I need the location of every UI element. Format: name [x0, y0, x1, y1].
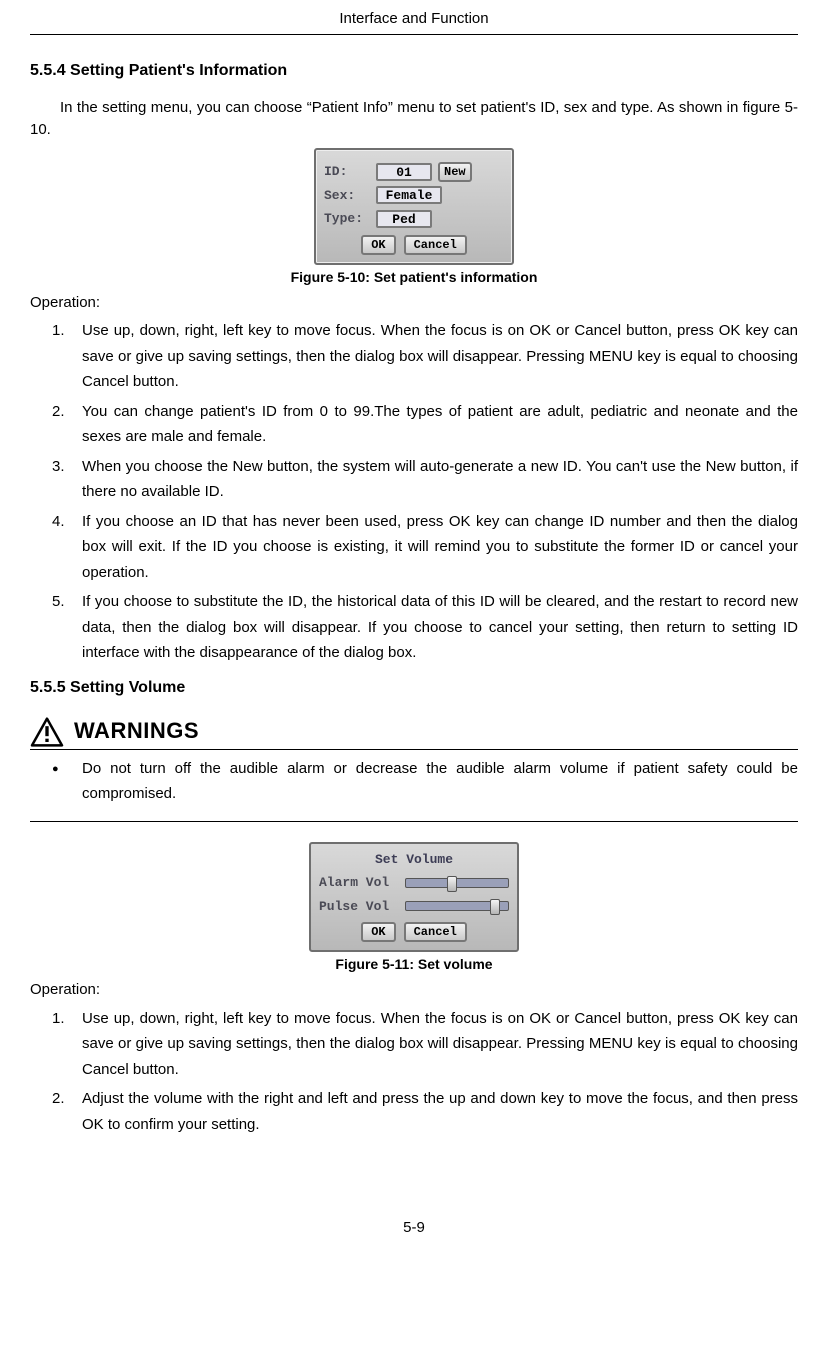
figure-5-10: ID: 01 New Sex: Female Type: Ped OK Canc…	[30, 148, 798, 288]
new-button[interactable]: New	[438, 162, 472, 182]
section-heading-volume: 5.5.5 Setting Volume	[30, 676, 798, 700]
operation-steps-2: Use up, down, right, left key to move fo…	[30, 1006, 798, 1138]
list-item: When you choose the New button, the syst…	[82, 454, 798, 505]
operation-label: Operation:	[30, 979, 798, 1002]
sex-label: Sex:	[324, 186, 370, 206]
list-item: You can change patient's ID from 0 to 99…	[82, 399, 798, 450]
warning-triangle-icon	[30, 717, 64, 747]
pulse-vol-slider[interactable]	[405, 901, 509, 911]
warnings-label: WARNINGS	[74, 714, 199, 747]
list-item: If you choose to substitute the ID, the …	[82, 589, 798, 666]
set-volume-dialog: Set Volume Alarm Vol Pulse Vol OK Cancel	[309, 842, 519, 953]
alarm-vol-slider[interactable]	[405, 878, 509, 888]
section-heading-patient-info: 5.5.4 Setting Patient's Information	[30, 59, 798, 83]
id-field[interactable]: 01	[376, 163, 432, 181]
cancel-button[interactable]: Cancel	[404, 235, 467, 255]
list-item: Use up, down, right, left key to move fo…	[82, 1006, 798, 1083]
sex-field[interactable]: Female	[376, 186, 442, 204]
list-item: Adjust the volume with the right and lef…	[82, 1086, 798, 1137]
figure-caption-5-10: Figure 5-10: Set patient's information	[30, 267, 798, 288]
page-header: Interface and Function	[30, 0, 798, 35]
warnings-header: WARNINGS	[30, 714, 798, 750]
cancel-button[interactable]: Cancel	[404, 922, 467, 942]
figure-caption-5-11: Figure 5-11: Set volume	[30, 954, 798, 975]
operation-label: Operation:	[30, 292, 798, 315]
type-label: Type:	[324, 209, 370, 229]
intro-paragraph: In the setting menu, you can choose “Pat…	[30, 97, 798, 142]
type-field[interactable]: Ped	[376, 210, 432, 228]
page-number: 5-9	[30, 1217, 798, 1260]
divider	[30, 821, 798, 822]
alarm-vol-label: Alarm Vol	[319, 873, 399, 893]
id-label: ID:	[324, 162, 370, 182]
figure-5-11: Set Volume Alarm Vol Pulse Vol OK Cancel…	[30, 842, 798, 976]
pulse-vol-label: Pulse Vol	[319, 897, 399, 917]
list-item: If you choose an ID that has never been …	[82, 509, 798, 586]
ok-button[interactable]: OK	[361, 235, 395, 255]
list-item: Do not turn off the audible alarm or dec…	[82, 756, 798, 807]
ok-button[interactable]: OK	[361, 922, 395, 942]
operation-steps-1: Use up, down, right, left key to move fo…	[30, 318, 798, 666]
dialog-title: Set Volume	[319, 850, 509, 870]
patient-info-dialog: ID: 01 New Sex: Female Type: Ped OK Canc…	[314, 148, 514, 265]
list-item: Use up, down, right, left key to move fo…	[82, 318, 798, 395]
warnings-list: Do not turn off the audible alarm or dec…	[30, 756, 798, 807]
